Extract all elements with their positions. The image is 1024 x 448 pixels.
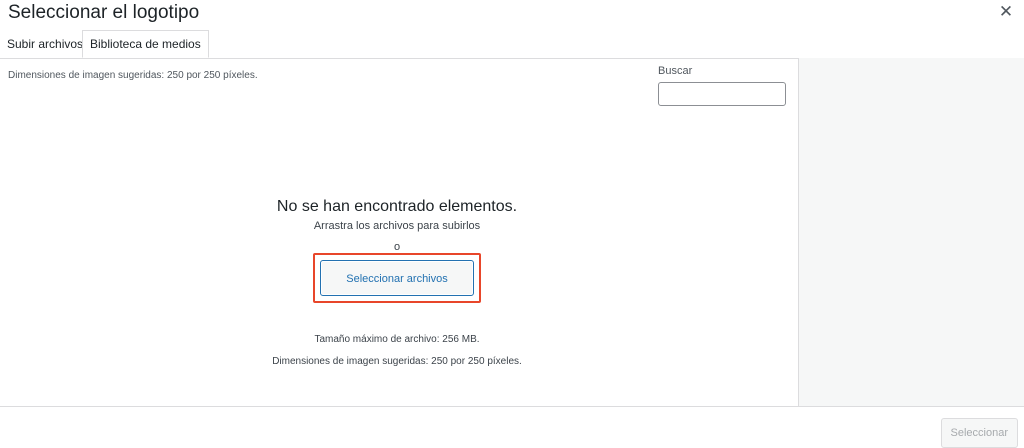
attachment-details-sidebar xyxy=(798,58,1024,406)
suggested-dimensions-hint: Dimensiones de imagen sugeridas: 250 por… xyxy=(272,356,522,367)
router-tabs: Subir archivos Biblioteca de medios xyxy=(0,30,1024,59)
no-items-title: No se han encontrado elementos. xyxy=(276,198,518,215)
or-separator: o xyxy=(393,241,401,253)
select-files-button[interactable]: Seleccionar archivos xyxy=(320,260,474,296)
media-library-content: Dimensiones de imagen sugeridas: 250 por… xyxy=(0,58,798,406)
modal-toolbar: Seleccionar xyxy=(0,406,1024,448)
media-modal: Seleccionar el logotipo ✕ Subir archivos… xyxy=(0,0,1024,448)
max-upload-size: Tamaño máximo de archivo: 256 MB. xyxy=(314,334,480,345)
tab-media-library[interactable]: Biblioteca de medios xyxy=(82,30,209,58)
tab-upload-files[interactable]: Subir archivos xyxy=(0,30,90,57)
suggested-dimensions-note: Dimensiones de imagen sugeridas: 250 por… xyxy=(8,70,258,81)
search-label: Buscar xyxy=(658,65,693,77)
close-icon[interactable]: ✕ xyxy=(996,2,1016,22)
drag-drop-instructions: Arrastra los archivos para subirlos xyxy=(313,220,481,232)
modal-title: Seleccionar el logotipo xyxy=(8,2,200,23)
select-button[interactable]: Seleccionar xyxy=(940,418,1018,448)
search-input[interactable] xyxy=(658,82,786,106)
